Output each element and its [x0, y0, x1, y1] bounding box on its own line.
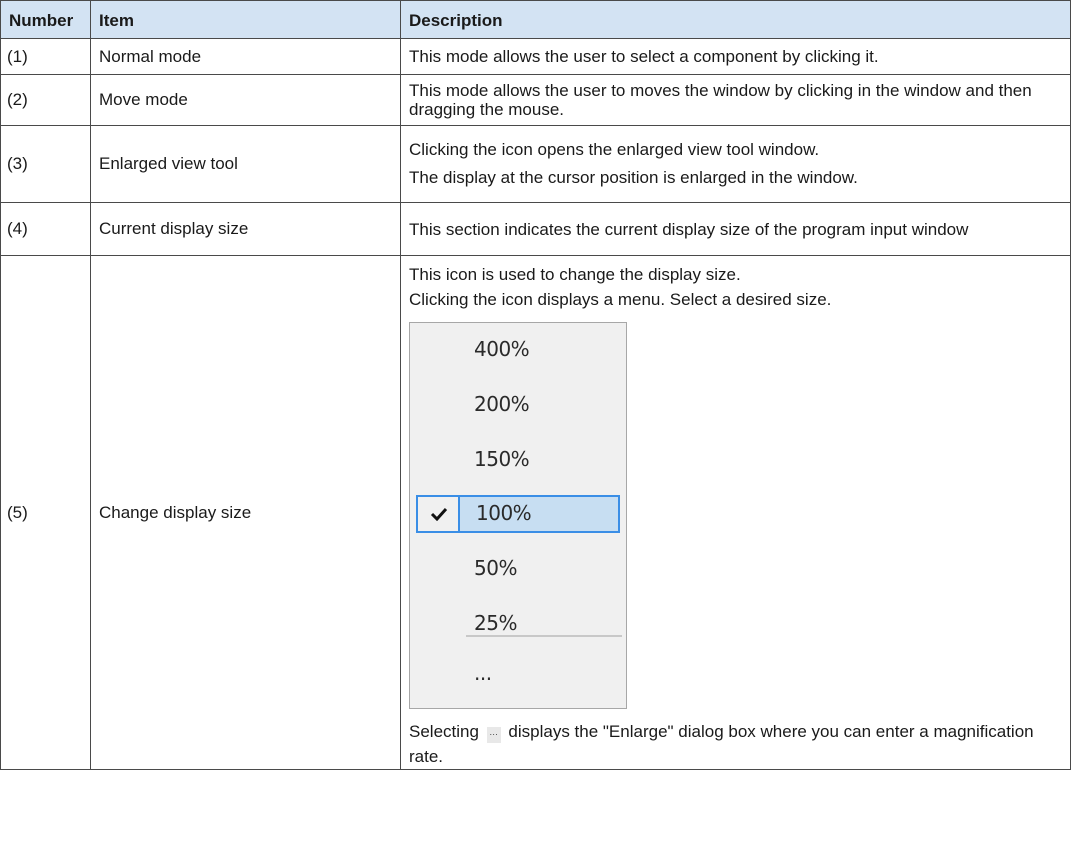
row-description: This section indicates the current displ… — [400, 202, 1071, 256]
row-number: (3) — [0, 125, 91, 203]
zoom-option-400[interactable]: 400% — [416, 331, 620, 369]
table-row: (5) Change display size This icon is use… — [0, 255, 1071, 770]
tail-text-after: displays the "Enlarge" dialog box where … — [409, 722, 1034, 766]
zoom-option-label: 25% — [474, 611, 517, 635]
zoom-option-label: 50% — [474, 556, 517, 580]
zoom-option-50[interactable]: 50% — [416, 550, 620, 588]
table-row: (3) Enlarged view tool Clicking the icon… — [0, 125, 1071, 203]
zoom-option-100[interactable]: 100% — [416, 495, 620, 533]
row-number: (2) — [0, 74, 91, 126]
row-item: Enlarged view tool — [90, 125, 401, 203]
zoom-option-200[interactable]: 200% — [416, 386, 620, 424]
zoom-menu: 400% 200% 150% 100% 50% 25% ... — [409, 322, 627, 709]
spec-table: Number Item Description (1) Normal mode … — [0, 0, 1071, 770]
row-description: This mode allows the user to moves the w… — [400, 74, 1071, 126]
header-item: Item — [90, 0, 401, 39]
row-number: (5) — [0, 255, 91, 770]
description-text: This icon is used to change the display … — [409, 265, 741, 284]
header-row: Number Item Description — [0, 0, 1071, 39]
description-text: Clicking the icon opens the enlarged vie… — [409, 140, 820, 159]
description-text: This mode allows the user to moves the w… — [409, 81, 1032, 119]
menu-separator — [466, 635, 622, 637]
row-item: Move mode — [90, 74, 401, 126]
table-row: (2) Move mode This mode allows the user … — [0, 74, 1071, 126]
description-text: Selecting … displays the "Enlarge" dialo… — [409, 719, 1062, 769]
zoom-option-custom[interactable]: ... — [416, 659, 620, 697]
header-description: Description — [400, 0, 1071, 39]
row-item: Change display size — [90, 255, 401, 770]
zoom-option-label: 150% — [474, 447, 530, 471]
zoom-option-25[interactable]: 25% — [416, 605, 620, 643]
description-text: The display at the cursor position is en… — [409, 168, 858, 187]
row-number: (1) — [0, 38, 91, 75]
zoom-option-label: 400% — [474, 337, 530, 361]
table-row: (1) Normal mode This mode allows the use… — [0, 38, 1071, 75]
row-description: This icon is used to change the display … — [400, 255, 1071, 770]
row-description: This mode allows the user to select a co… — [400, 38, 1071, 75]
zoom-option-label: 100% — [476, 501, 532, 525]
row-number: (4) — [0, 202, 91, 256]
zoom-option-label: ... — [474, 661, 492, 685]
tail-text-before: Selecting — [409, 722, 479, 741]
description-text: This mode allows the user to select a co… — [409, 46, 879, 66]
check-icon — [418, 497, 460, 531]
table-row: (4) Current display size This section in… — [0, 202, 1071, 256]
zoom-option-150[interactable]: 150% — [416, 441, 620, 479]
header-number: Number — [0, 0, 91, 39]
row-item: Current display size — [90, 202, 401, 256]
description-text: Clicking the icon displays a menu. Selec… — [409, 290, 832, 309]
description-text: This section indicates the current displ… — [409, 219, 969, 239]
zoom-option-label: 200% — [474, 392, 530, 416]
row-description: Clicking the icon opens the enlarged vie… — [400, 125, 1071, 203]
row-item: Normal mode — [90, 38, 401, 75]
ellipsis-icon: … — [486, 727, 501, 743]
